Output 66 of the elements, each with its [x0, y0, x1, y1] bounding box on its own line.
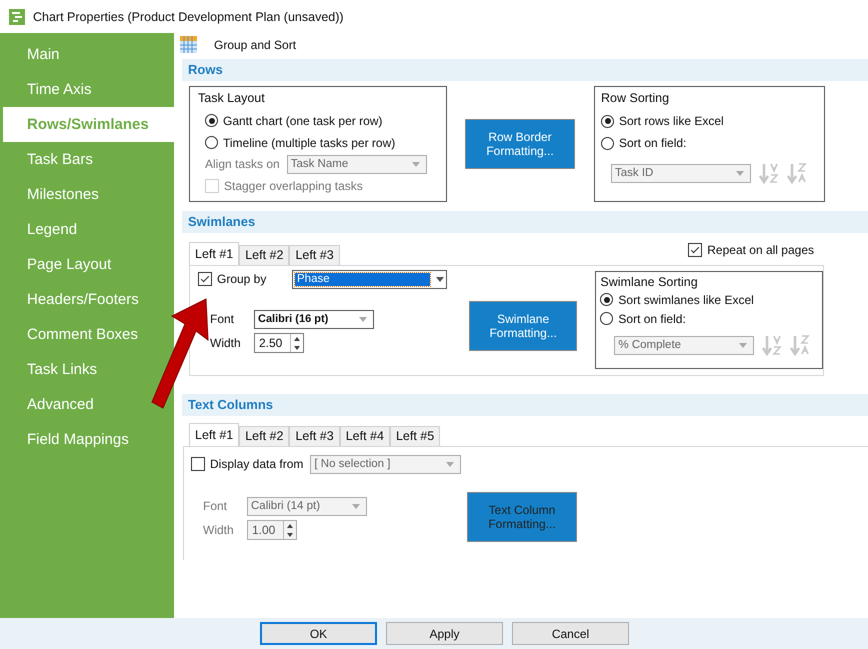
checkbox-label: Display data from	[210, 457, 304, 471]
dialog-button[interactable]: Cancel	[512, 622, 629, 645]
tab[interactable]: Left #2	[239, 245, 290, 265]
radio-button[interactable]	[205, 114, 218, 128]
radio-button[interactable]	[601, 114, 614, 128]
sidebar-item[interactable]: Legend	[3, 212, 82, 247]
tab[interactable]: Left #1	[189, 242, 240, 265]
radio-label: Gantt chart (one task per row)	[223, 114, 382, 128]
sidebar-item[interactable]: Comment Boxes	[3, 317, 142, 352]
dialog-button[interactable]: OK	[260, 622, 377, 645]
tab[interactable]: Left #4	[340, 426, 390, 446]
group-title: Swimlane Sorting	[600, 275, 699, 289]
radio-button[interactable]	[600, 312, 614, 325]
sidebar-item[interactable]: Advanced	[3, 387, 98, 422]
section-header: Text Columns	[182, 394, 868, 416]
grid-icon	[180, 36, 197, 53]
field-label: Font	[209, 312, 236, 326]
tab[interactable]: Left #3	[289, 426, 340, 446]
radio-label: Sort rows like Excel	[619, 114, 724, 128]
page-title: Group and Sort	[214, 38, 296, 52]
sidebar-item[interactable]: Headers/Footers	[3, 282, 143, 317]
checkbox-label: Repeat on all pages	[707, 243, 814, 257]
sidebar-item[interactable]: Main	[3, 37, 64, 72]
sidebar-item[interactable]: Task Links	[3, 352, 102, 387]
tab[interactable]: Left #3	[289, 245, 340, 265]
spin-field[interactable]: 2.50	[254, 333, 304, 353]
checkbox-label: Stagger overlapping tasks	[224, 179, 363, 194]
sidebar-item[interactable]: Milestones	[3, 177, 103, 212]
sidebar-item[interactable]: Page Layout	[3, 247, 116, 282]
dropdown[interactable]: Calibri (16 pt)	[254, 310, 374, 328]
sidebar-item[interactable]: Time Axis	[3, 72, 96, 107]
checkbox[interactable]	[688, 243, 702, 257]
radio-button[interactable]	[601, 136, 614, 150]
field-label: Font	[202, 499, 228, 513]
radio-label: Timeline (multiple tasks per row)	[223, 136, 396, 150]
radio-label: Sort on field:	[618, 312, 686, 326]
field-label: Width	[209, 336, 242, 350]
section-header: Rows	[182, 59, 868, 81]
radio-button[interactable]	[600, 293, 614, 306]
text-column-formatting-button[interactable]: Text Column Formatting...	[467, 492, 577, 542]
checkbox-label: Group by	[217, 272, 268, 286]
checkbox[interactable]	[198, 272, 212, 286]
field-label: Width	[202, 523, 235, 537]
section-header: Swimlanes	[182, 211, 868, 233]
tab[interactable]: Left #1	[189, 423, 240, 446]
tab[interactable]: Left #5	[390, 426, 440, 446]
sort-ascending-icon	[759, 162, 779, 184]
row-border-button[interactable]: Row Border Formatting...	[465, 119, 575, 169]
app-icon	[9, 8, 25, 24]
sort-descending-icon	[790, 334, 810, 356]
window-title: Chart Properties (Product Development Plan (unsaved))	[33, 10, 344, 24]
radio-label: Sort swimlanes like Excel	[618, 292, 754, 306]
tab[interactable]: Left #2	[239, 426, 290, 446]
sort-ascending-icon	[762, 334, 782, 356]
sidebar-item[interactable]: Task Bars	[3, 142, 97, 177]
group-title: Row Sorting	[601, 91, 670, 105]
sort-descending-icon	[787, 162, 807, 184]
sidebar-item[interactable]: Rows/Swimlanes	[3, 107, 174, 142]
swimlane-formatting-button[interactable]: Swimlane Formatting...	[468, 301, 578, 351]
dialog-button[interactable]: Apply	[386, 622, 503, 645]
sidebar-item[interactable]: Field Mappings	[3, 422, 133, 457]
group-title: Task Layout	[198, 91, 266, 105]
radio-button[interactable]	[205, 136, 218, 150]
radio-label: Sort on field:	[619, 136, 686, 150]
field-label: Align tasks on	[205, 157, 280, 172]
dropdown[interactable]: Phase	[292, 270, 447, 288]
